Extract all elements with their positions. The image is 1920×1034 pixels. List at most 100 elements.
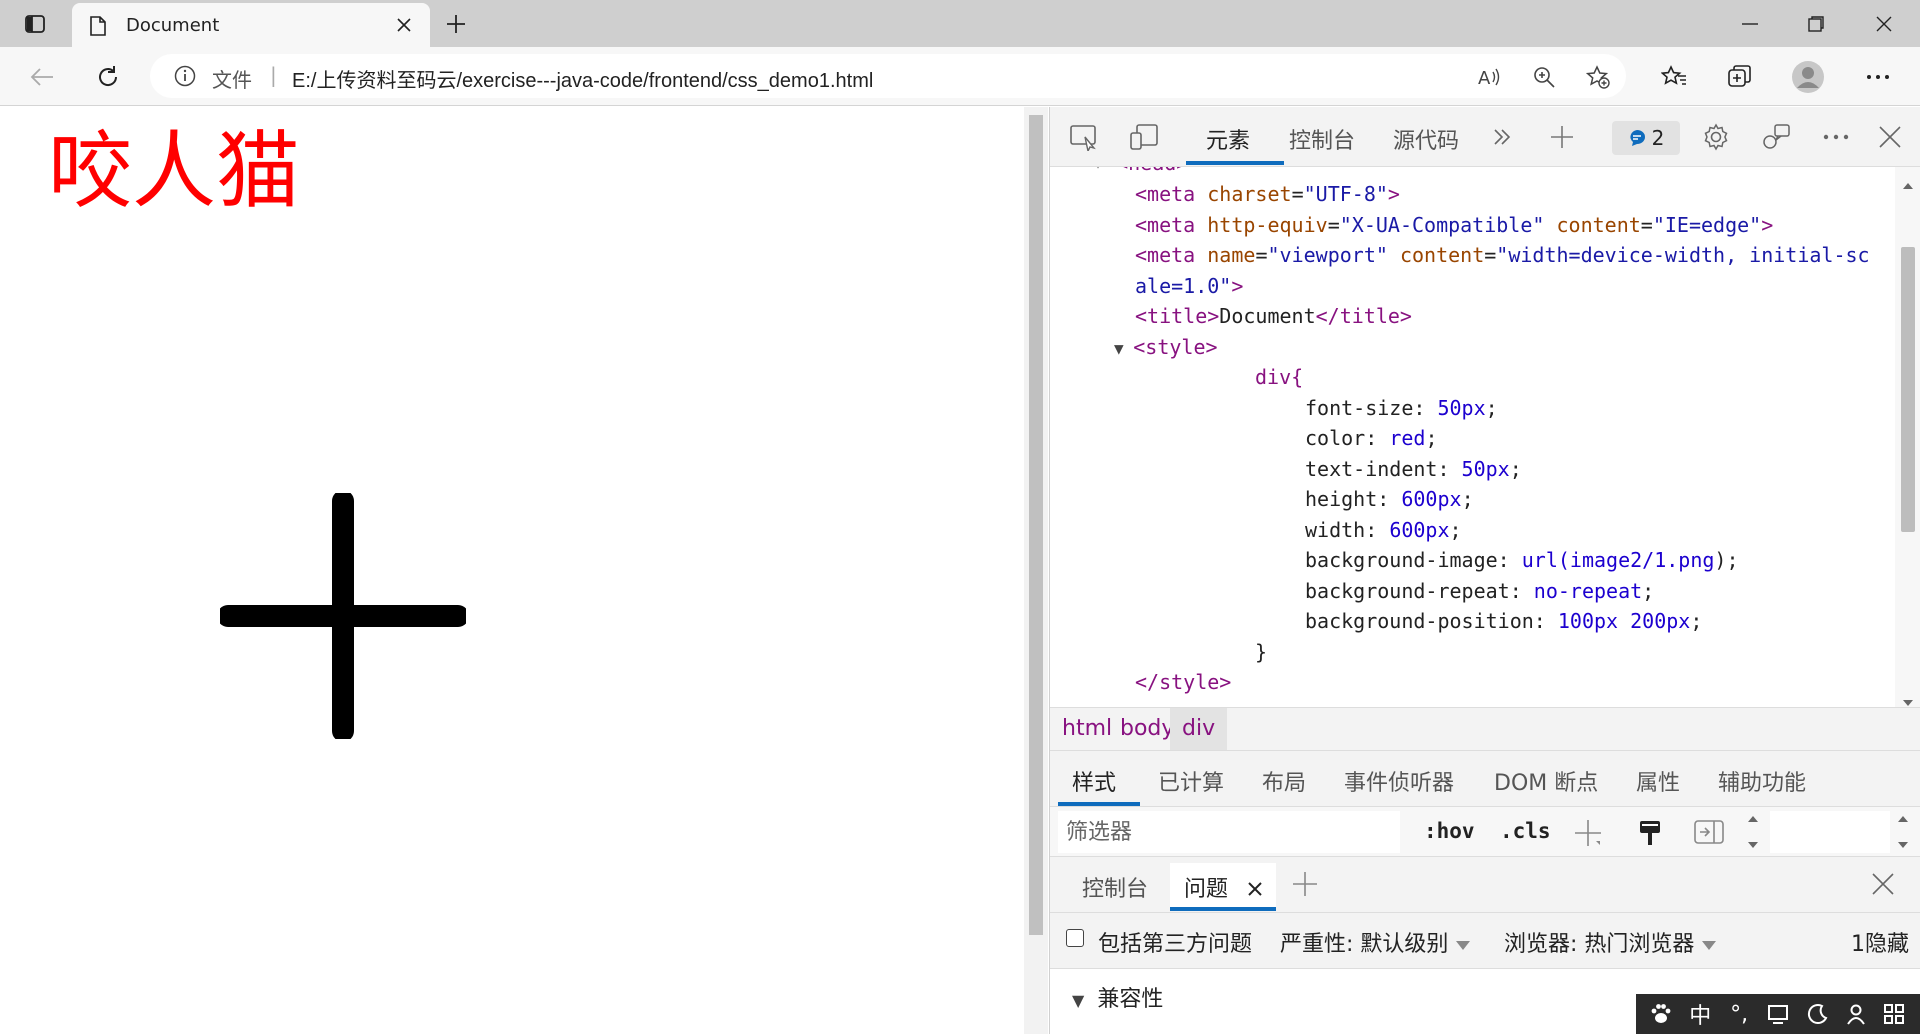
dom-line-viewport-cont[interactable]: ale=1.0">	[1135, 271, 1243, 302]
url-text[interactable]: E:/上传资料至码云/exercise---java-code/frontend…	[292, 64, 873, 93]
subtab-dom-breakpoints[interactable]: DOM 断点	[1494, 765, 1598, 797]
background-image-cross	[217, 490, 469, 743]
dom-scrollbar[interactable]	[1895, 167, 1920, 707]
subtab-styles[interactable]: 样式	[1072, 765, 1116, 797]
dom-scrollbar-thumb[interactable]	[1901, 247, 1915, 532]
tab-console[interactable]: 控制台	[1289, 123, 1355, 155]
paw-icon[interactable]	[1647, 1003, 1675, 1025]
attr-name: name	[1207, 243, 1256, 267]
subtab-layout[interactable]: 布局	[1262, 765, 1306, 797]
dom-line-meta-viewport[interactable]: <meta name="viewport" content="width=dev…	[1135, 240, 1870, 271]
cls-button[interactable]: .cls	[1500, 819, 1551, 843]
user-icon[interactable]	[1842, 1003, 1870, 1025]
page-scrollbar-thumb[interactable]	[1029, 115, 1043, 935]
window-close-icon[interactable]	[1852, 0, 1916, 47]
more-tabs-icon[interactable]	[1484, 119, 1520, 155]
profile-icon[interactable]	[1788, 57, 1828, 97]
subtab-event-listeners[interactable]: 事件侦听器	[1344, 765, 1454, 797]
info-icon[interactable]	[174, 65, 196, 91]
title-text: Document	[1219, 304, 1316, 328]
drawer-tab-console[interactable]: 控制台	[1082, 871, 1148, 903]
drawer-tab-issues[interactable]: 问题	[1170, 863, 1276, 909]
subtab-computed[interactable]: 已计算	[1158, 765, 1224, 797]
collections-icon[interactable]	[1720, 57, 1760, 97]
hov-button[interactable]: :hov	[1424, 819, 1475, 843]
tab-actions-icon[interactable]	[0, 0, 70, 47]
favorites-icon[interactable]	[1654, 57, 1694, 97]
drawer-close-icon[interactable]	[1872, 873, 1894, 901]
tag-close: >	[1761, 213, 1774, 237]
severity-dropdown[interactable]: 严重性: 默认级别	[1280, 926, 1471, 958]
subtab-accessibility[interactable]: 辅助功能	[1718, 765, 1806, 797]
add-favorite-icon[interactable]	[1584, 63, 1612, 91]
css-decl[interactable]: color: red;	[1305, 423, 1437, 454]
filter-input[interactable]	[1058, 811, 1400, 853]
page-scrollbar[interactable]	[1024, 107, 1048, 1034]
dom-line-meta-charset[interactable]: <meta charset="UTF-8">	[1135, 179, 1400, 210]
attr-value: "width=device-width, initial-sc	[1496, 243, 1870, 267]
dom-line-head[interactable]: ▾ <head>	[1092, 167, 1188, 179]
add-tool-icon[interactable]	[1544, 119, 1580, 155]
css-decl[interactable]: background-repeat: no-repeat;	[1305, 576, 1654, 607]
css-decl[interactable]: width: 600px;	[1305, 515, 1462, 546]
css-selector[interactable]: div{	[1255, 362, 1303, 393]
tab-elements[interactable]: 元素	[1206, 123, 1250, 155]
browser-tab-document[interactable]: Document	[72, 3, 430, 47]
css-prop: font-size	[1305, 396, 1414, 420]
attr-name: http-equiv	[1207, 213, 1328, 237]
read-aloud-icon[interactable]: A	[1476, 63, 1504, 91]
settings-icon[interactable]	[1698, 119, 1734, 155]
moon-icon[interactable]	[1803, 1003, 1831, 1025]
new-tab-icon[interactable]	[440, 0, 472, 47]
reload-icon[interactable]	[90, 59, 126, 95]
screen-icon[interactable]	[1764, 1003, 1792, 1025]
add-drawer-tab-icon[interactable]	[1292, 871, 1318, 903]
new-rule-icon[interactable]	[1574, 819, 1602, 851]
dom-tree[interactable]: ▾ <head> <meta charset="UTF-8"> <meta ht…	[1050, 167, 1895, 707]
css-decl[interactable]: background-image: url(image2/1.png);	[1305, 545, 1739, 576]
dom-line-title[interactable]: <title>Document</title>	[1135, 301, 1412, 332]
filter-scroll-icon[interactable]	[1896, 813, 1910, 855]
css-prop: width	[1305, 518, 1366, 542]
issue-group-compat[interactable]: ▼ 兼容性	[1072, 981, 1163, 1013]
dom-line-meta-http-equiv[interactable]: <meta http-equiv="X-UA-Compatible" conte…	[1135, 210, 1773, 241]
issue-group-label: 兼容性	[1097, 987, 1164, 1012]
css-decl[interactable]: height: 600px;	[1305, 484, 1474, 515]
issues-badge[interactable]: 2	[1612, 121, 1680, 155]
css-close-brace[interactable]: }	[1255, 637, 1267, 668]
dom-line-style-close[interactable]: </style>	[1135, 667, 1231, 698]
close-icon[interactable]	[1248, 877, 1262, 902]
browser-dropdown[interactable]: 浏览器: 热门浏览器	[1504, 926, 1717, 958]
device-icon[interactable]	[1126, 119, 1162, 155]
zoom-icon[interactable]	[1530, 63, 1558, 91]
ime-lang[interactable]: 中	[1686, 998, 1714, 1030]
tab-sources[interactable]: 源代码	[1393, 123, 1459, 155]
back-icon[interactable]	[24, 59, 60, 95]
third-party-label: 包括第三方问题	[1098, 932, 1253, 957]
inspect-icon[interactable]	[1066, 119, 1102, 155]
css-decl[interactable]: font-size: 50px;	[1305, 393, 1498, 424]
ime-punct[interactable]: °,	[1725, 1002, 1753, 1027]
computed-toggle-icon[interactable]	[1694, 819, 1724, 849]
css-prop: background-position	[1305, 609, 1534, 633]
devtools-close-icon[interactable]	[1872, 119, 1908, 155]
paint-icon[interactable]	[1638, 819, 1662, 851]
maximize-icon[interactable]	[1784, 0, 1848, 47]
third-party-checkbox[interactable]	[1066, 929, 1084, 947]
crumb-div[interactable]: div	[1170, 708, 1228, 750]
issues-count: 2	[1651, 126, 1665, 150]
dom-line-style[interactable]: ▼ <style>	[1114, 332, 1218, 365]
more-icon[interactable]	[1858, 57, 1898, 97]
menu-dots-icon[interactable]	[1818, 119, 1854, 155]
css-decl[interactable]: text-indent: 50px;	[1305, 454, 1522, 485]
address-bar[interactable]: 文件 | E:/上传资料至码云/exercise---java-code/fro…	[150, 54, 1626, 98]
subtab-properties[interactable]: 属性	[1636, 765, 1680, 797]
minimize-icon[interactable]	[1718, 0, 1782, 47]
close-icon[interactable]	[390, 11, 418, 39]
filter-extra-field[interactable]	[1770, 811, 1890, 853]
grid-icon[interactable]	[1880, 1003, 1908, 1025]
scroll-up-icon[interactable]	[1902, 175, 1914, 194]
spin-updown-icon[interactable]	[1746, 813, 1760, 855]
css-decl[interactable]: background-position: 100px 200px;	[1305, 606, 1702, 637]
feedback-icon[interactable]	[1758, 119, 1794, 155]
